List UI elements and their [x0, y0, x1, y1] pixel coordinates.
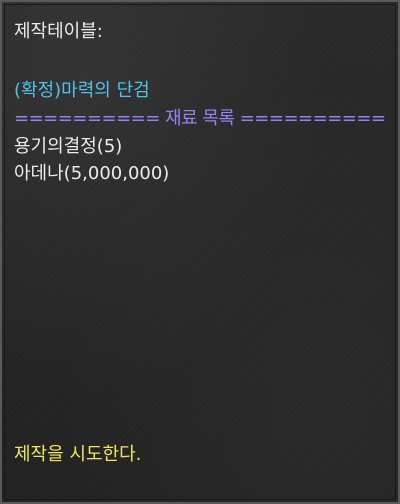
crafting-dialog: 제작테이블: (확정)마력의 단검 ========== 재료 목록 =====…: [0, 0, 400, 504]
material-item: 아데나(5,000,000): [14, 163, 170, 184]
dialog-title: 제작테이블:: [14, 21, 103, 42]
material-item: 용기의결정(5): [14, 136, 123, 157]
attempt-craft-link[interactable]: 제작을 시도한다.: [14, 442, 141, 468]
craft-item-name: (확정)마력의 단검: [14, 80, 150, 101]
materials-separator: ========== 재료 목록 ==========: [14, 108, 386, 129]
